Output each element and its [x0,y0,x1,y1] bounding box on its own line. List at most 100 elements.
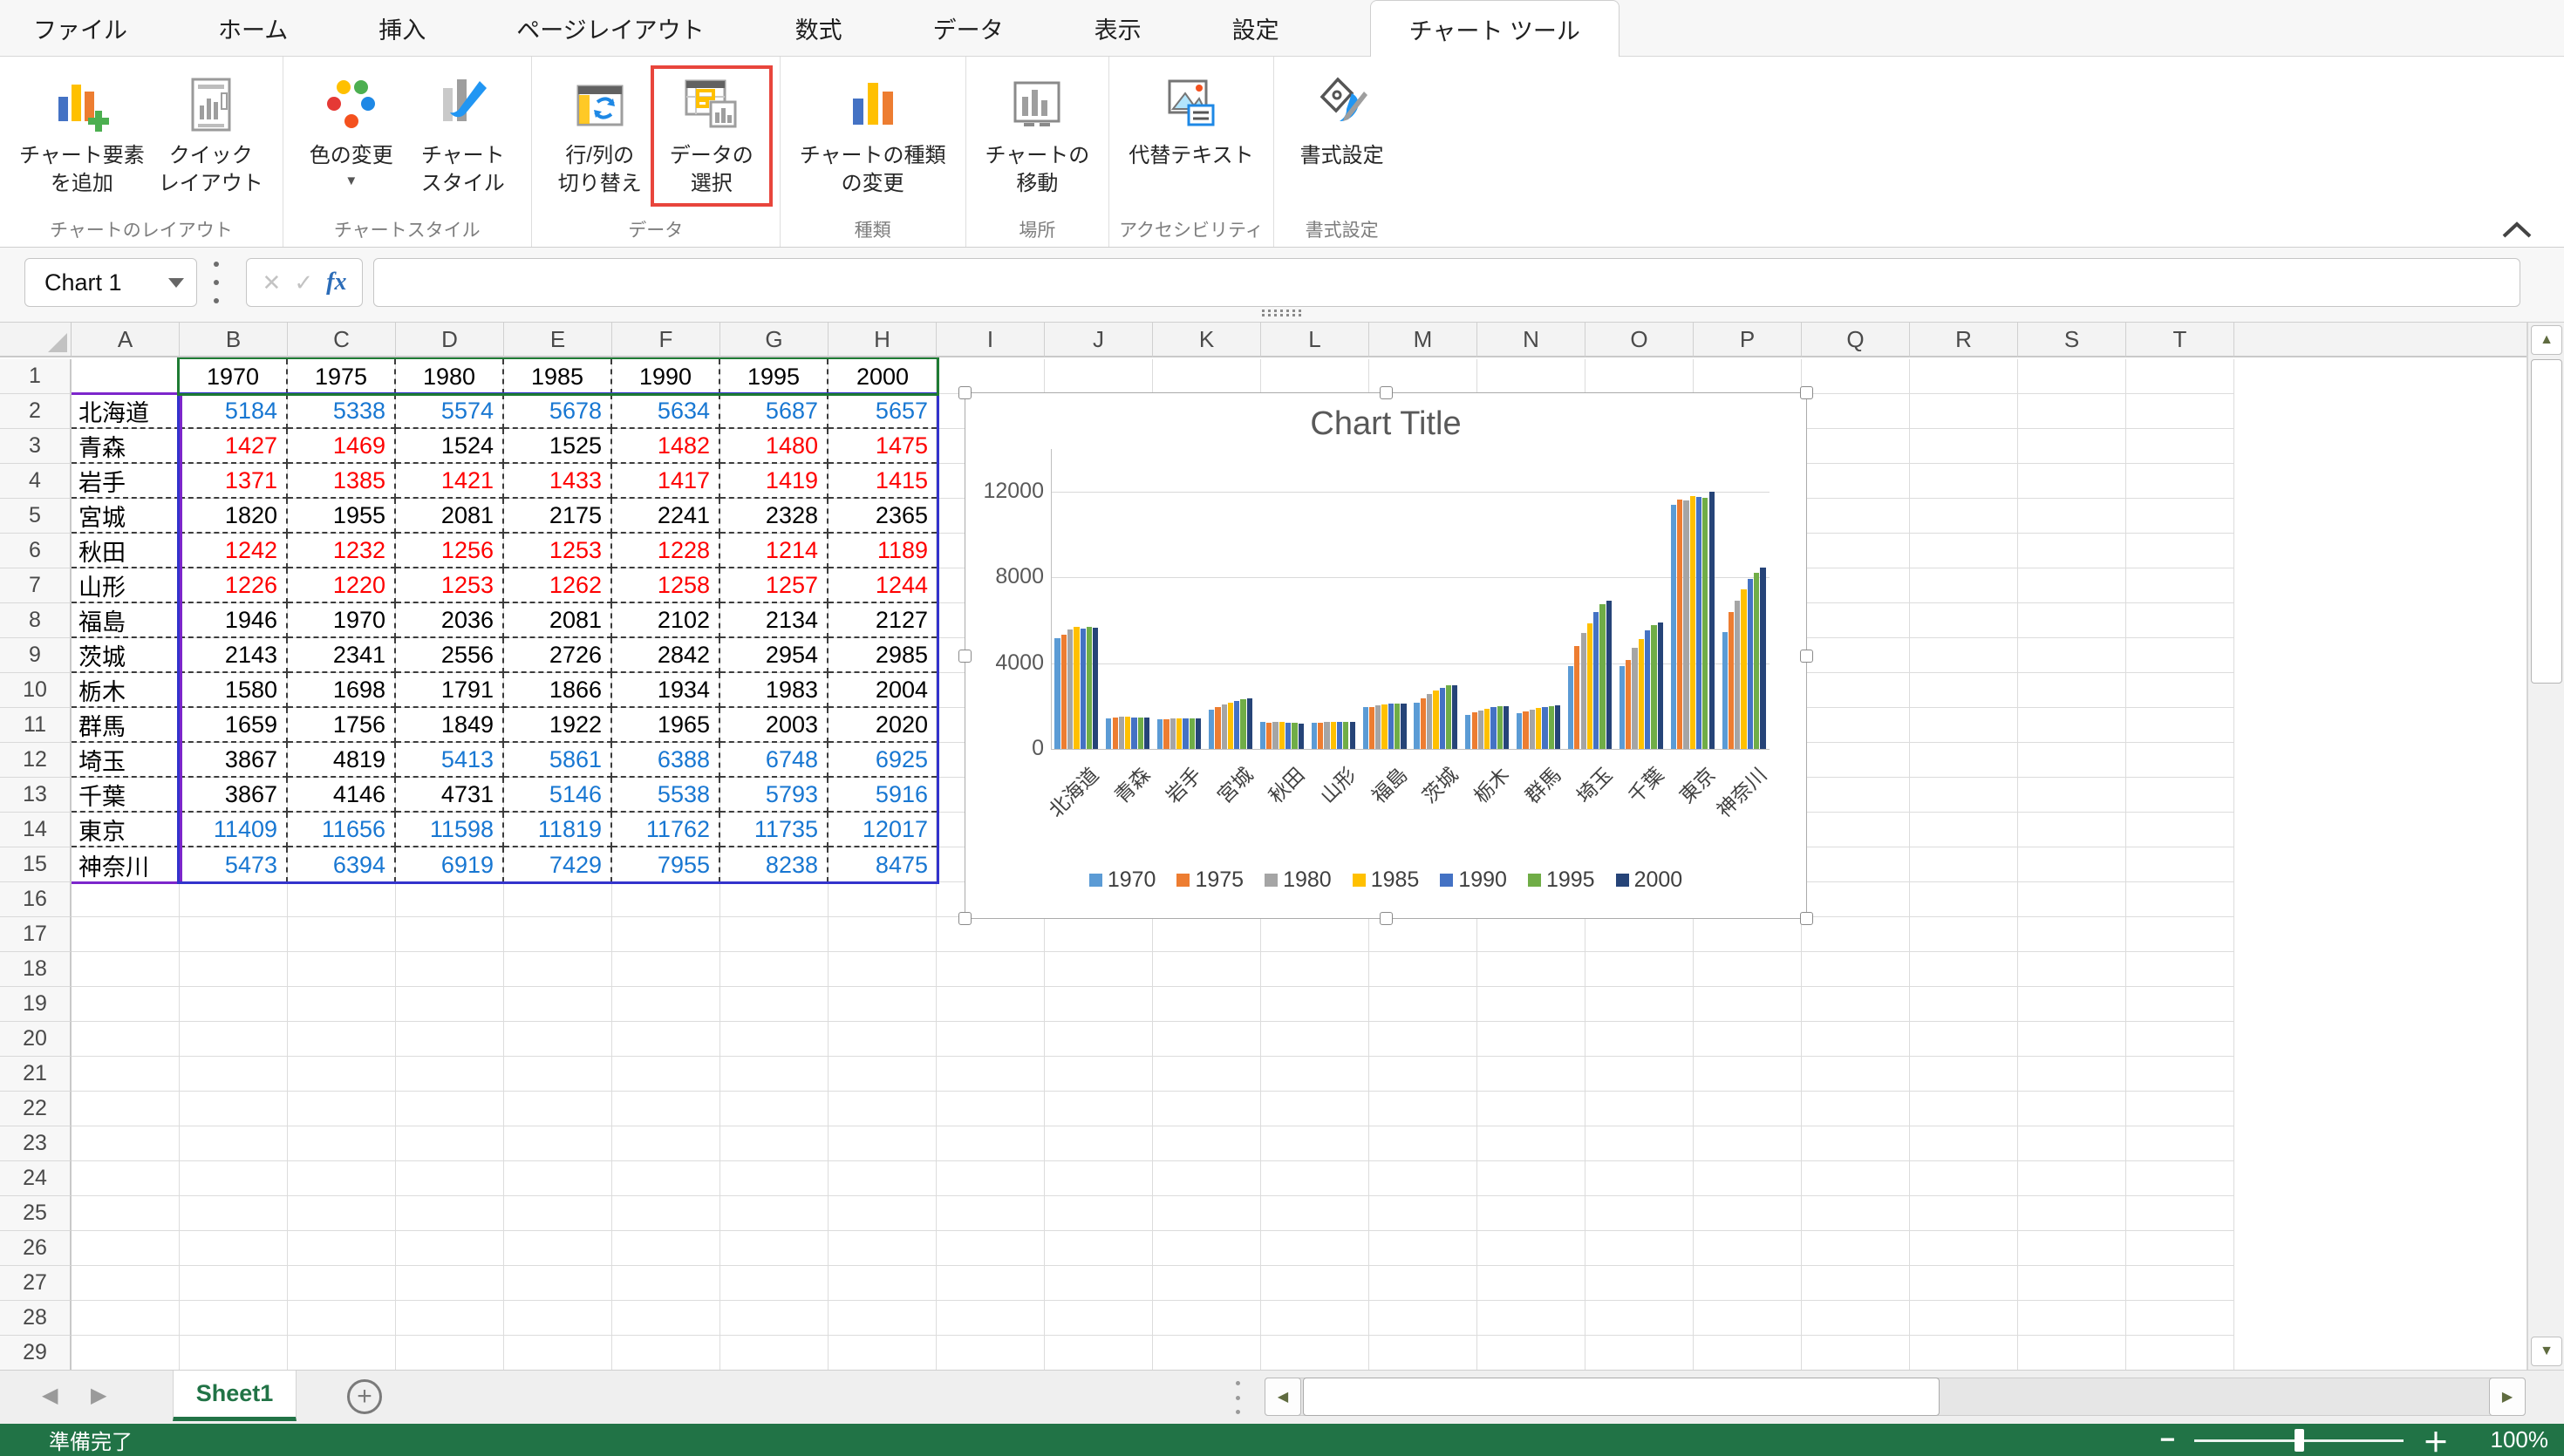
column-header-Q[interactable]: Q [1802,323,1910,357]
scroll-down-icon[interactable]: ▼ [2531,1337,2562,1366]
bar-1995-埼玉[interactable] [1599,604,1605,749]
bar-1990-岩手[interactable] [1183,718,1188,749]
chart-resize-handle[interactable] [958,912,972,925]
cell-year-1985[interactable]: 1985 [504,359,612,394]
cell-prefecture-1[interactable]: 青森 [72,429,180,464]
row-header-5[interactable]: 5 [0,499,72,534]
column-header-L[interactable]: L [1261,323,1369,357]
select-all-corner[interactable] [0,323,72,357]
row-header-12[interactable]: 12 [0,743,72,778]
cell-value[interactable]: 5338 [288,394,396,429]
column-header-A[interactable]: A [72,323,180,357]
cell-value[interactable]: 5574 [396,394,504,429]
column-header-G[interactable]: G [720,323,829,357]
quick-layout-button[interactable]: クイックレイアウト [152,71,270,201]
bar-1990-北海道[interactable] [1081,629,1086,749]
cell-value[interactable]: 1262 [504,568,612,603]
row-header-4[interactable]: 4 [0,464,72,499]
row-header-22[interactable]: 22 [0,1092,72,1126]
cell-year-1990[interactable]: 1990 [612,359,720,394]
bar-1985-神奈川[interactable] [1741,589,1746,749]
cell-value[interactable]: 1415 [829,464,937,499]
cell-value[interactable]: 1421 [396,464,504,499]
bar-1975-宮城[interactable] [1215,707,1220,749]
chart-resize-handle[interactable] [1380,912,1393,925]
cell-value[interactable]: 6748 [720,743,829,778]
change-chart-type-button[interactable]: チャートの種類の変更 [793,71,953,201]
chart-resize-handle[interactable] [1800,386,1813,399]
cell-value[interactable]: 1482 [612,429,720,464]
cell-prefecture-9[interactable]: 群馬 [72,708,180,743]
column-header-C[interactable]: C [288,323,396,357]
next-sheet-icon[interactable]: ▶ [91,1383,106,1408]
row-header-10[interactable]: 10 [0,673,72,708]
bar-1995-神奈川[interactable] [1754,573,1759,749]
cell-value[interactable]: 2175 [504,499,612,534]
cell-value[interactable]: 1791 [396,673,504,708]
row-header-7[interactable]: 7 [0,568,72,603]
cell-prefecture-3[interactable]: 宮城 [72,499,180,534]
bar-1970-東京[interactable] [1671,505,1676,749]
cell-value[interactable]: 1480 [720,429,829,464]
change-colors-button[interactable]: 色の変更▼ [296,71,407,192]
zoom-out-icon[interactable]: − [2159,1425,2175,1455]
bar-1995-山形[interactable] [1343,722,1348,749]
cell-value[interactable]: 1433 [504,464,612,499]
row-header-23[interactable]: 23 [0,1126,72,1161]
column-header-P[interactable]: P [1694,323,1802,357]
zoom-slider-thumb[interactable] [2295,1429,2304,1452]
legend-item-2000[interactable]: 2000 [1616,867,1683,893]
cell-value[interactable]: 5678 [504,394,612,429]
bar-1985-群馬[interactable] [1536,708,1541,749]
cell-value[interactable]: 5687 [720,394,829,429]
bar-1995-岩手[interactable] [1190,718,1195,749]
row-header-25[interactable]: 25 [0,1196,72,1231]
chart-resize-handle[interactable] [958,650,972,663]
cell-value[interactable]: 5793 [720,778,829,813]
bar-1980-栃木[interactable] [1478,711,1483,749]
menu-tab-2[interactable]: 挿入 [378,0,426,56]
bar-1975-秋田[interactable] [1266,723,1272,749]
cell-value[interactable]: 1226 [180,568,288,603]
bar-1990-栃木[interactable] [1490,707,1496,749]
cell-value[interactable]: 11656 [288,813,396,847]
cell-year-1975[interactable]: 1975 [288,359,396,394]
cell-value[interactable]: 11409 [180,813,288,847]
cell-value[interactable]: 1922 [504,708,612,743]
column-header-T[interactable]: T [2126,323,2234,357]
cell-value[interactable]: 7429 [504,847,612,882]
bar-1995-栃木[interactable] [1497,706,1503,749]
embedded-chart[interactable]: Chart Title 04000800012000北海道青森岩手宮城秋田山形福… [965,392,1807,919]
cell-prefecture-12[interactable]: 東京 [72,813,180,847]
bar-1970-北海道[interactable] [1054,638,1060,749]
bar-2000-山形[interactable] [1350,722,1355,749]
bar-1980-北海道[interactable] [1067,629,1073,749]
row-header-9[interactable]: 9 [0,638,72,673]
bar-1970-山形[interactable] [1312,723,1317,749]
cell-value[interactable]: 6925 [829,743,937,778]
cell-value[interactable]: 2081 [504,603,612,638]
cell-value[interactable]: 2036 [396,603,504,638]
cell-value[interactable]: 5413 [396,743,504,778]
bar-1980-秋田[interactable] [1272,722,1278,749]
row-header-2[interactable]: 2 [0,394,72,429]
chart-resize-handle[interactable] [1800,912,1813,925]
column-header-J[interactable]: J [1045,323,1153,357]
row-header-29[interactable]: 29 [0,1336,72,1370]
bar-1995-茨城[interactable] [1446,685,1451,749]
cell-value[interactable]: 6919 [396,847,504,882]
cell-value[interactable]: 2328 [720,499,829,534]
prev-sheet-icon[interactable]: ◀ [42,1383,58,1408]
vertical-scrollbar-thumb[interactable] [2531,359,2562,684]
vertical-scrollbar[interactable]: ▲ ▼ [2527,323,2564,1370]
legend-item-1970[interactable]: 1970 [1089,867,1156,893]
bar-2000-東京[interactable] [1709,492,1715,749]
bar-1975-栃木[interactable] [1472,712,1477,749]
cell-value[interactable]: 5473 [180,847,288,882]
column-header-O[interactable]: O [1585,323,1694,357]
collapse-ribbon-chevron-icon[interactable] [2501,221,2533,240]
bar-1990-群馬[interactable] [1542,707,1547,749]
sheet-tab-sheet1[interactable]: Sheet1 [173,1371,297,1421]
bar-1970-栃木[interactable] [1465,715,1470,749]
cell-value[interactable]: 1756 [288,708,396,743]
